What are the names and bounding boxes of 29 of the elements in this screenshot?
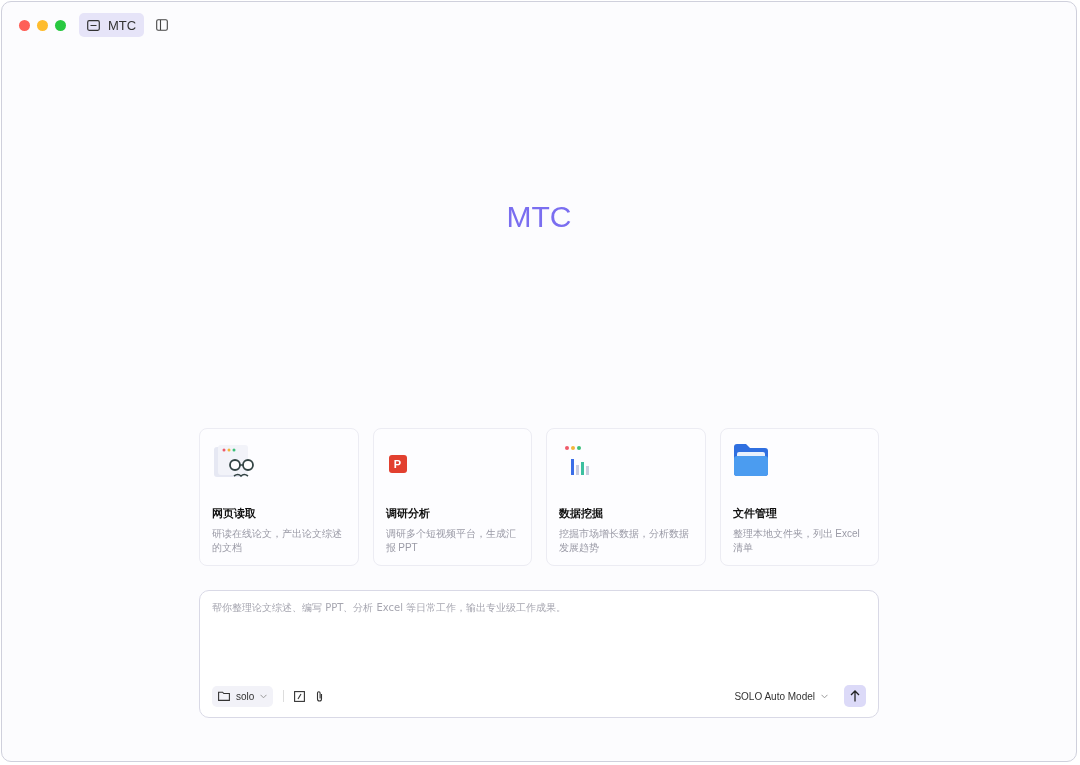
card-description: 调研多个短视频平台，生成汇报 PPT [385, 527, 517, 555]
folder-icon [732, 443, 769, 477]
arrow-up-icon [850, 690, 860, 702]
card-description: 研读在线论文，产出论文综述的文档 [212, 527, 343, 555]
workspace-dropdown[interactable]: solo [212, 685, 274, 707]
tab[interactable]: MTC [79, 13, 145, 37]
card-description: 挖掘市场增长数据，分析数据发展趋势 [559, 527, 690, 555]
send-button[interactable] [844, 685, 866, 707]
sidebar-icon[interactable] [156, 19, 169, 31]
presentation-icon: P [388, 455, 407, 473]
card-title: 网页读取 [212, 506, 257, 521]
folder-icon [218, 691, 230, 701]
edit-icon[interactable] [294, 690, 306, 702]
task-card[interactable]: 网页读取 研读在线论文，产出论文综述的文档 [199, 428, 359, 566]
prompt-field[interactable]: 帮你整理论文综述、编写 PPT、分析 Excel 等日常工作，输出专业级工作成果。 solo SOLO Auto Model [199, 590, 879, 718]
terminal-icon [87, 19, 100, 31]
task-card[interactable]: 数据挖掘 挖掘市场增长数据，分析数据发展趋势 [546, 428, 706, 566]
card-title: 调研分析 [385, 506, 431, 521]
logo: MTC [506, 200, 572, 235]
attachment-icon[interactable] [315, 690, 325, 702]
chevron-down-icon [260, 693, 268, 699]
card-description: 整理本地文件夹，列出 Excel 清单 [732, 527, 861, 555]
card-title: 数据挖掘 [559, 506, 604, 521]
task-card[interactable]: 文件管理 整理本地文件夹，列出 Excel 清单 [719, 428, 879, 566]
close-button[interactable] [19, 19, 30, 31]
model-dropdown[interactable]: SOLO Auto Model [728, 689, 834, 703]
task-card[interactable]: P 调研分析 调研多个短视频平台，生成汇报 PPT [372, 428, 532, 566]
card-title: 文件管理 [732, 506, 778, 521]
chevron-down-icon [821, 693, 828, 699]
